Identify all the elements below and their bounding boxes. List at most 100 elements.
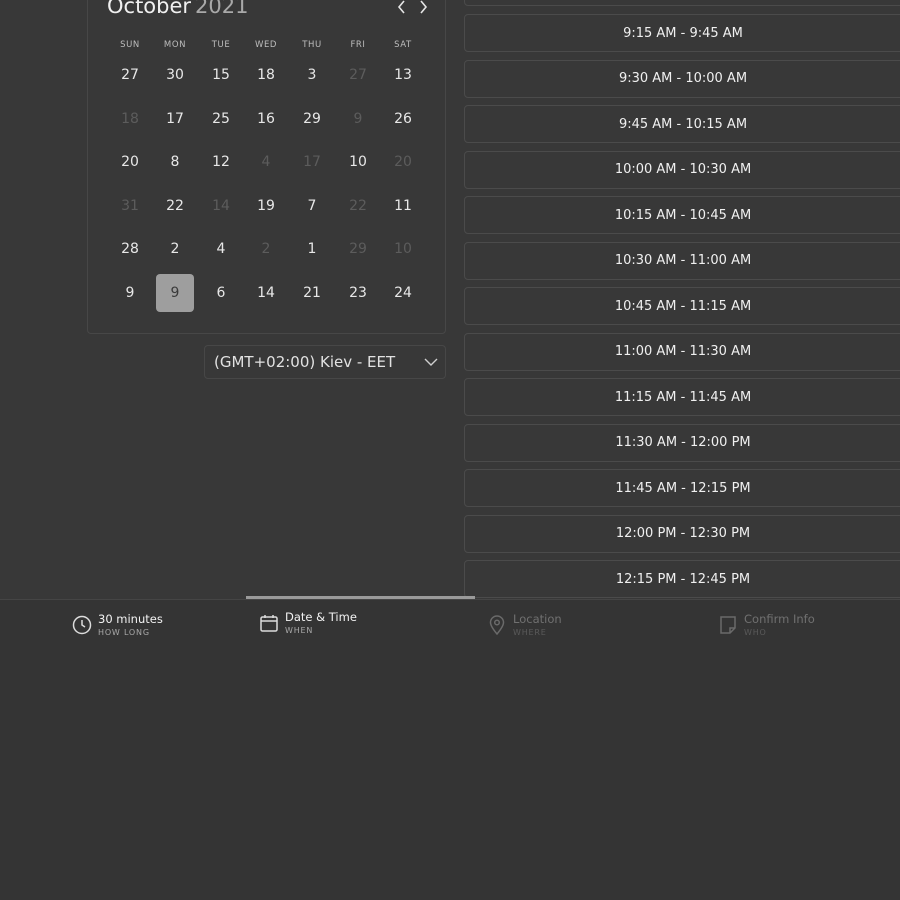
- day-cell: 20: [394, 154, 412, 170]
- time-slot-button[interactable]: 10:00 AM - 10:30 AM: [464, 150, 900, 189]
- weekday-label: SUN: [120, 40, 140, 50]
- timezone-select[interactable]: (GMT+02:00) Kiev - EET: [204, 345, 446, 379]
- day-cell[interactable]: 3: [293, 56, 331, 94]
- time-slot-label: 11:30 AM - 12:00 PM: [615, 435, 751, 450]
- chevron-left-icon: [397, 0, 405, 14]
- day-cell[interactable]: 29: [293, 100, 331, 138]
- day-cell[interactable]: 28: [111, 230, 149, 268]
- time-slot-button[interactable]: 11:00 AM - 11:30 AM: [464, 332, 900, 371]
- active-step-indicator: [246, 596, 475, 599]
- time-slot-button[interactable]: 9:45 AM - 10:15 AM: [464, 105, 900, 143]
- next-month-button[interactable]: [415, 0, 431, 18]
- day-cell: 22: [349, 198, 367, 214]
- step-title: Location: [513, 612, 562, 626]
- day-cell: 14: [212, 198, 230, 214]
- day-cell[interactable]: 11: [384, 187, 422, 225]
- day-cell[interactable]: 21: [293, 274, 331, 312]
- prev-month-button[interactable]: [394, 0, 410, 18]
- day-cell[interactable]: 13: [384, 56, 422, 94]
- weekday-label: MON: [163, 40, 187, 50]
- weekday-row: SUN MON TUE WED THU FRI SAT: [107, 40, 425, 52]
- day-cell[interactable]: 25: [202, 100, 240, 138]
- step-title: 30 minutes: [98, 612, 163, 626]
- step-title: Confirm Info: [744, 612, 815, 626]
- time-slot-button[interactable]: 10:15 AM - 10:45 AM: [464, 196, 900, 234]
- time-slot-label: 11:00 AM - 11:30 AM: [614, 344, 752, 359]
- day-cell[interactable]: 4: [202, 230, 240, 268]
- day-cell[interactable]: 20: [111, 143, 149, 181]
- time-slot-partial[interactable]: [464, 0, 900, 6]
- time-slot-button[interactable]: 12:15 PM - 12:45 PM: [464, 560, 900, 598]
- day-cell[interactable]: 23: [339, 274, 377, 312]
- time-slot-button[interactable]: 11:30 AM - 12:00 PM: [464, 423, 900, 462]
- time-slot-label: 11:45 AM - 12:15 PM: [615, 480, 751, 496]
- weekday-label: SAT: [394, 40, 412, 50]
- step-subtitle: WHEN: [285, 626, 314, 635]
- day-cell[interactable]: 26: [384, 100, 422, 138]
- time-slot-label: 10:00 AM - 10:30 AM: [614, 162, 752, 177]
- day-cell[interactable]: 8: [156, 143, 194, 181]
- day-cell[interactable]: 19: [247, 187, 285, 225]
- time-slot-button[interactable]: 10:30 AM - 11:00 AM: [464, 241, 900, 280]
- day-cell[interactable]: 14: [247, 274, 285, 312]
- weekday-label: WED: [254, 40, 278, 50]
- selected-day-cell[interactable]: 9: [156, 274, 194, 312]
- time-slot-label: 10:30 AM - 11:00 AM: [614, 253, 752, 268]
- day-cell: 10: [394, 241, 412, 257]
- step-subtitle: WHERE: [513, 628, 547, 637]
- time-slot-label: 10:15 AM - 10:45 AM: [614, 207, 752, 223]
- day-cell[interactable]: 6: [202, 274, 240, 312]
- time-slot-label: 9:15 AM - 9:45 AM: [623, 25, 743, 41]
- time-slot-label: 9:30 AM - 10:00 AM: [618, 71, 748, 86]
- day-cell: 2: [261, 241, 271, 257]
- timezone-label: (GMT+02:00) Kiev - EET: [214, 353, 396, 371]
- calendar-year: 2021: [195, 0, 249, 18]
- day-cell[interactable]: 18: [247, 56, 285, 94]
- time-slot-label: 11:15 AM - 11:45 AM: [614, 389, 752, 405]
- booking-page: October 2021 SUN MON TUE WED THU FRI SAT …: [0, 0, 900, 900]
- day-cell[interactable]: 24: [384, 274, 422, 312]
- time-slot-button[interactable]: 9:30 AM - 10:00 AM: [464, 59, 900, 98]
- weekday-label: THU: [302, 40, 322, 50]
- day-cell[interactable]: 30: [156, 56, 194, 94]
- day-cell: 4: [261, 154, 271, 170]
- chevron-down-icon: [424, 358, 438, 366]
- day-cell[interactable]: 7: [293, 187, 331, 225]
- day-cell[interactable]: 2: [156, 230, 194, 268]
- day-cell[interactable]: 1: [293, 230, 331, 268]
- time-slot-button[interactable]: 11:15 AM - 11:45 AM: [464, 378, 900, 416]
- time-slot-label: 12:00 PM - 12:30 PM: [615, 526, 751, 541]
- clock-icon: [72, 615, 92, 635]
- calendar-month: October: [107, 0, 192, 18]
- note-icon: [720, 616, 736, 634]
- step-subtitle: HOW LONG: [98, 628, 150, 637]
- day-cell: 31: [121, 198, 139, 214]
- chevron-right-icon: [420, 0, 428, 14]
- day-cell: 9: [353, 111, 363, 127]
- map-pin-icon: [489, 615, 505, 636]
- time-slot-label: 10:45 AM - 11:15 AM: [614, 298, 752, 314]
- step-subtitle: WHO: [744, 628, 767, 637]
- time-slot-label: 12:15 PM - 12:45 PM: [615, 571, 751, 587]
- time-slot-button[interactable]: 12:00 PM - 12:30 PM: [464, 514, 900, 553]
- day-cell[interactable]: 17: [156, 100, 194, 138]
- day-cell: 29: [349, 241, 367, 257]
- day-cell[interactable]: 27: [111, 56, 149, 94]
- time-slot-button[interactable]: 11:45 AM - 12:15 PM: [464, 469, 900, 507]
- time-slot-label: 9:45 AM - 10:15 AM: [618, 116, 748, 132]
- time-slot-button[interactable]: 10:45 AM - 11:15 AM: [464, 287, 900, 325]
- calendar-icon: [260, 615, 278, 632]
- day-cell: 27: [349, 67, 367, 83]
- day-cell: 17: [303, 154, 321, 170]
- day-cell[interactable]: 16: [247, 100, 285, 138]
- day-cell[interactable]: 9: [111, 274, 149, 312]
- day-cell[interactable]: 10: [339, 143, 377, 181]
- weekday-label: TUE: [211, 40, 231, 50]
- day-cell[interactable]: 15: [202, 56, 240, 94]
- step-title: Date & Time: [285, 610, 357, 624]
- day-cell: 18: [121, 111, 139, 127]
- day-cell[interactable]: 22: [156, 187, 194, 225]
- time-slot-button[interactable]: 9:15 AM - 9:45 AM: [464, 14, 900, 52]
- weekday-label: FRI: [350, 40, 366, 50]
- day-cell[interactable]: 12: [202, 143, 240, 181]
